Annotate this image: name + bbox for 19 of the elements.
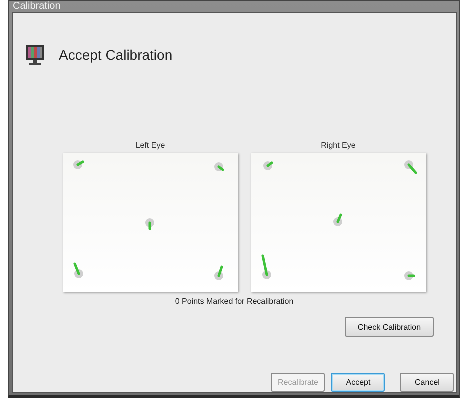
plot-label: Right Eye — [321, 141, 356, 150]
monitor-icon — [25, 44, 45, 66]
calibration-point — [146, 218, 154, 230]
window-title: Calibration — [13, 1, 61, 12]
calibration-point — [404, 160, 418, 174]
dialog-button[interactable]: Cancel — [400, 373, 454, 392]
calibration-point — [404, 272, 416, 280]
calibration-point — [262, 254, 272, 280]
calibration-point — [214, 162, 224, 172]
calibration-point — [74, 160, 84, 170]
plot-label: Left Eye — [136, 141, 166, 150]
calibration-point — [264, 162, 274, 170]
calibration-point — [214, 266, 224, 280]
check-calibration-button[interactable]: Check Calibration — [345, 317, 434, 337]
status-text: 0 Points Marked for Recalibration — [175, 297, 294, 306]
dialog-button[interactable]: Accept — [331, 373, 386, 392]
calibration-point — [74, 262, 84, 278]
calibration-point — [334, 214, 342, 226]
dialog-heading: Accept Calibration — [59, 47, 173, 63]
